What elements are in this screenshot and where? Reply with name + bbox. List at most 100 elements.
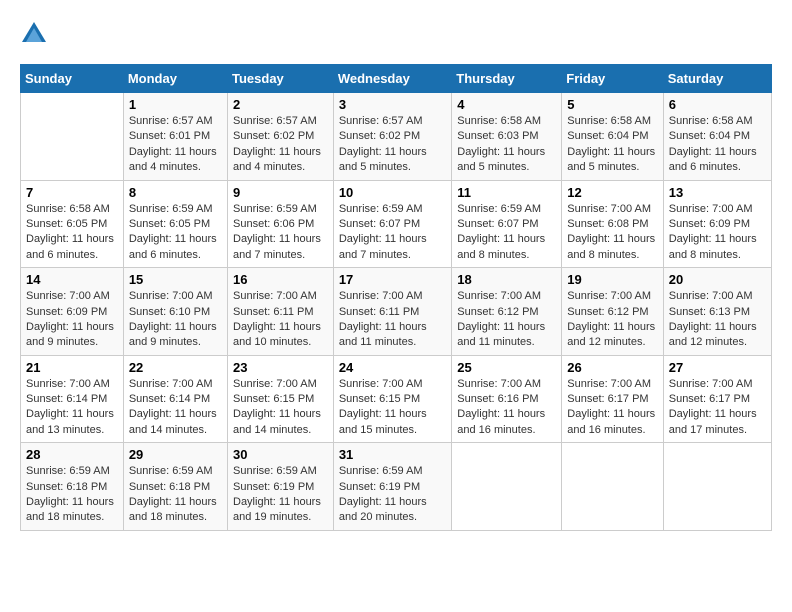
sunset-label: Sunset: 6:19 PM xyxy=(233,481,314,493)
daylight-label: Daylight: 11 hours and 14 minutes. xyxy=(129,408,217,435)
sunset-label: Sunset: 6:04 PM xyxy=(567,130,648,142)
day-number: 16 xyxy=(233,272,328,287)
day-info: Sunrise: 6:59 AM Sunset: 6:19 PM Dayligh… xyxy=(339,464,446,526)
day-number: 9 xyxy=(233,185,328,200)
day-number: 29 xyxy=(129,447,222,462)
sunset-label: Sunset: 6:18 PM xyxy=(26,481,107,493)
day-info: Sunrise: 6:59 AM Sunset: 6:18 PM Dayligh… xyxy=(129,464,222,526)
day-number: 22 xyxy=(129,360,222,375)
calendar-cell: 1 Sunrise: 6:57 AM Sunset: 6:01 PM Dayli… xyxy=(123,93,227,181)
calendar-week-row: 1 Sunrise: 6:57 AM Sunset: 6:01 PM Dayli… xyxy=(21,93,772,181)
calendar-cell: 27 Sunrise: 7:00 AM Sunset: 6:17 PM Dayl… xyxy=(663,355,771,443)
calendar-table: SundayMondayTuesdayWednesdayThursdayFrid… xyxy=(20,64,772,531)
calendar-cell: 24 Sunrise: 7:00 AM Sunset: 6:15 PM Dayl… xyxy=(333,355,451,443)
day-info: Sunrise: 7:00 AM Sunset: 6:08 PM Dayligh… xyxy=(567,202,657,264)
daylight-label: Daylight: 11 hours and 14 minutes. xyxy=(233,408,321,435)
day-number: 26 xyxy=(567,360,657,375)
day-info: Sunrise: 7:00 AM Sunset: 6:11 PM Dayligh… xyxy=(233,289,328,351)
weekday-header-saturday: Saturday xyxy=(663,65,771,93)
calendar-cell xyxy=(21,93,124,181)
sunrise-label: Sunrise: 6:59 AM xyxy=(233,203,317,215)
sunrise-label: Sunrise: 6:58 AM xyxy=(457,115,541,127)
day-info: Sunrise: 7:00 AM Sunset: 6:14 PM Dayligh… xyxy=(129,377,222,439)
day-info: Sunrise: 6:58 AM Sunset: 6:04 PM Dayligh… xyxy=(567,114,657,176)
calendar-cell: 13 Sunrise: 7:00 AM Sunset: 6:09 PM Dayl… xyxy=(663,180,771,268)
daylight-label: Daylight: 11 hours and 8 minutes. xyxy=(669,233,757,260)
day-number: 10 xyxy=(339,185,446,200)
calendar-cell: 14 Sunrise: 7:00 AM Sunset: 6:09 PM Dayl… xyxy=(21,268,124,356)
sunrise-label: Sunrise: 6:57 AM xyxy=(129,115,213,127)
daylight-label: Daylight: 11 hours and 11 minutes. xyxy=(339,321,427,348)
sunrise-label: Sunrise: 6:59 AM xyxy=(233,465,317,477)
calendar-cell: 11 Sunrise: 6:59 AM Sunset: 6:07 PM Dayl… xyxy=(452,180,562,268)
day-info: Sunrise: 6:57 AM Sunset: 6:01 PM Dayligh… xyxy=(129,114,222,176)
sunrise-label: Sunrise: 6:59 AM xyxy=(129,203,213,215)
weekday-header-sunday: Sunday xyxy=(21,65,124,93)
daylight-label: Daylight: 11 hours and 5 minutes. xyxy=(457,146,545,173)
day-number: 25 xyxy=(457,360,556,375)
weekday-header-friday: Friday xyxy=(562,65,663,93)
day-number: 18 xyxy=(457,272,556,287)
calendar-cell: 23 Sunrise: 7:00 AM Sunset: 6:15 PM Dayl… xyxy=(228,355,334,443)
sunset-label: Sunset: 6:17 PM xyxy=(669,393,750,405)
calendar-cell: 4 Sunrise: 6:58 AM Sunset: 6:03 PM Dayli… xyxy=(452,93,562,181)
sunset-label: Sunset: 6:06 PM xyxy=(233,218,314,230)
calendar-cell: 31 Sunrise: 6:59 AM Sunset: 6:19 PM Dayl… xyxy=(333,443,451,531)
day-number: 23 xyxy=(233,360,328,375)
daylight-label: Daylight: 11 hours and 9 minutes. xyxy=(129,321,217,348)
sunset-label: Sunset: 6:02 PM xyxy=(339,130,420,142)
day-info: Sunrise: 6:59 AM Sunset: 6:19 PM Dayligh… xyxy=(233,464,328,526)
day-info: Sunrise: 6:58 AM Sunset: 6:05 PM Dayligh… xyxy=(26,202,118,264)
day-info: Sunrise: 7:00 AM Sunset: 6:16 PM Dayligh… xyxy=(457,377,556,439)
weekday-header-thursday: Thursday xyxy=(452,65,562,93)
logo-icon xyxy=(20,20,48,48)
sunrise-label: Sunrise: 6:57 AM xyxy=(339,115,423,127)
sunset-label: Sunset: 6:15 PM xyxy=(233,393,314,405)
calendar-week-row: 14 Sunrise: 7:00 AM Sunset: 6:09 PM Dayl… xyxy=(21,268,772,356)
sunset-label: Sunset: 6:18 PM xyxy=(129,481,210,493)
day-info: Sunrise: 6:57 AM Sunset: 6:02 PM Dayligh… xyxy=(233,114,328,176)
day-info: Sunrise: 6:59 AM Sunset: 6:18 PM Dayligh… xyxy=(26,464,118,526)
day-number: 13 xyxy=(669,185,766,200)
daylight-label: Daylight: 11 hours and 19 minutes. xyxy=(233,496,321,523)
sunrise-label: Sunrise: 7:00 AM xyxy=(567,203,651,215)
sunset-label: Sunset: 6:13 PM xyxy=(669,306,750,318)
sunset-label: Sunset: 6:14 PM xyxy=(26,393,107,405)
calendar-cell: 25 Sunrise: 7:00 AM Sunset: 6:16 PM Dayl… xyxy=(452,355,562,443)
sunset-label: Sunset: 6:17 PM xyxy=(567,393,648,405)
day-info: Sunrise: 6:59 AM Sunset: 6:05 PM Dayligh… xyxy=(129,202,222,264)
sunrise-label: Sunrise: 7:00 AM xyxy=(567,378,651,390)
calendar-cell xyxy=(452,443,562,531)
calendar-cell: 10 Sunrise: 6:59 AM Sunset: 6:07 PM Dayl… xyxy=(333,180,451,268)
day-info: Sunrise: 6:59 AM Sunset: 6:07 PM Dayligh… xyxy=(339,202,446,264)
day-number: 30 xyxy=(233,447,328,462)
weekday-header-wednesday: Wednesday xyxy=(333,65,451,93)
daylight-label: Daylight: 11 hours and 15 minutes. xyxy=(339,408,427,435)
calendar-cell: 6 Sunrise: 6:58 AM Sunset: 6:04 PM Dayli… xyxy=(663,93,771,181)
sunrise-label: Sunrise: 7:00 AM xyxy=(129,378,213,390)
calendar-cell: 22 Sunrise: 7:00 AM Sunset: 6:14 PM Dayl… xyxy=(123,355,227,443)
calendar-cell: 9 Sunrise: 6:59 AM Sunset: 6:06 PM Dayli… xyxy=(228,180,334,268)
day-info: Sunrise: 7:00 AM Sunset: 6:13 PM Dayligh… xyxy=(669,289,766,351)
daylight-label: Daylight: 11 hours and 17 minutes. xyxy=(669,408,757,435)
calendar-cell: 30 Sunrise: 6:59 AM Sunset: 6:19 PM Dayl… xyxy=(228,443,334,531)
day-number: 4 xyxy=(457,97,556,112)
daylight-label: Daylight: 11 hours and 12 minutes. xyxy=(567,321,655,348)
sunset-label: Sunset: 6:14 PM xyxy=(129,393,210,405)
day-info: Sunrise: 7:00 AM Sunset: 6:09 PM Dayligh… xyxy=(669,202,766,264)
sunrise-label: Sunrise: 7:00 AM xyxy=(339,378,423,390)
day-info: Sunrise: 6:59 AM Sunset: 6:06 PM Dayligh… xyxy=(233,202,328,264)
weekday-header-row: SundayMondayTuesdayWednesdayThursdayFrid… xyxy=(21,65,772,93)
sunrise-label: Sunrise: 7:00 AM xyxy=(457,290,541,302)
calendar-cell: 15 Sunrise: 7:00 AM Sunset: 6:10 PM Dayl… xyxy=(123,268,227,356)
sunset-label: Sunset: 6:05 PM xyxy=(26,218,107,230)
calendar-cell: 8 Sunrise: 6:59 AM Sunset: 6:05 PM Dayli… xyxy=(123,180,227,268)
calendar-cell: 20 Sunrise: 7:00 AM Sunset: 6:13 PM Dayl… xyxy=(663,268,771,356)
sunrise-label: Sunrise: 7:00 AM xyxy=(567,290,651,302)
sunrise-label: Sunrise: 6:58 AM xyxy=(567,115,651,127)
daylight-label: Daylight: 11 hours and 8 minutes. xyxy=(457,233,545,260)
daylight-label: Daylight: 11 hours and 5 minutes. xyxy=(339,146,427,173)
daylight-label: Daylight: 11 hours and 9 minutes. xyxy=(26,321,114,348)
sunrise-label: Sunrise: 6:59 AM xyxy=(26,465,110,477)
sunset-label: Sunset: 6:11 PM xyxy=(339,306,420,318)
